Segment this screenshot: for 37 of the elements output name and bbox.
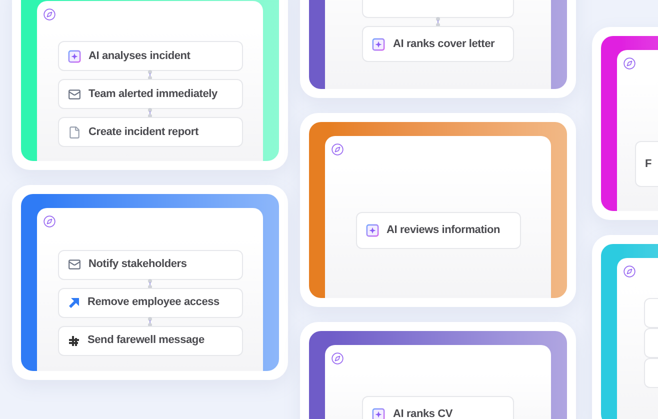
step-label: Send farewell message <box>88 333 204 348</box>
step-box[interactable]: AI reviews information <box>356 212 520 248</box>
sparkle-icon <box>372 38 385 50</box>
mail-icon <box>68 88 80 100</box>
connector-line <box>147 278 153 288</box>
compass-icon <box>43 8 56 20</box>
sparkle-icon <box>68 50 80 62</box>
sparkle-icon <box>366 224 378 236</box>
step-label: Remove employee access <box>88 295 220 310</box>
step-label: Create incident report <box>88 124 198 140</box>
step-label: AI analyses incident <box>88 48 190 64</box>
step-label: AI ranks cover letter <box>393 36 495 52</box>
mail-icon <box>68 258 80 271</box>
sparkle-icon <box>372 408 385 419</box>
step-label: Notify stakeholders <box>88 257 187 272</box>
compass-icon <box>331 352 344 364</box>
step-box[interactable]: Create incident report <box>58 117 242 147</box>
step-box[interactable]: AI ranks CV <box>362 396 514 419</box>
compass-icon <box>623 264 636 278</box>
step-box[interactable]: AI analyses incident <box>58 41 242 71</box>
step-label: AI reviews information <box>386 222 500 238</box>
step-box[interactable]: Send farewell message <box>58 326 242 356</box>
step-label: AI ranks CV <box>393 406 453 419</box>
step-box[interactable]: AI ranks cover letter <box>362 26 514 62</box>
step-box[interactable]: Notify stakeholders <box>58 250 242 280</box>
step-box[interactable]: Team alerted immediately <box>58 79 242 109</box>
step-label: Team alerted immediately <box>88 86 218 102</box>
compass-icon <box>43 214 56 228</box>
step-box[interactable]: Remove employee access <box>58 288 242 318</box>
compass-icon <box>331 142 344 156</box>
hash-icon <box>68 334 80 346</box>
connector-line <box>147 316 153 326</box>
step-label: F <box>645 156 652 172</box>
compass-icon <box>623 56 636 70</box>
arrows-icon <box>68 296 80 308</box>
document-icon <box>68 126 80 138</box>
step-box[interactable]: F <box>635 141 658 187</box>
